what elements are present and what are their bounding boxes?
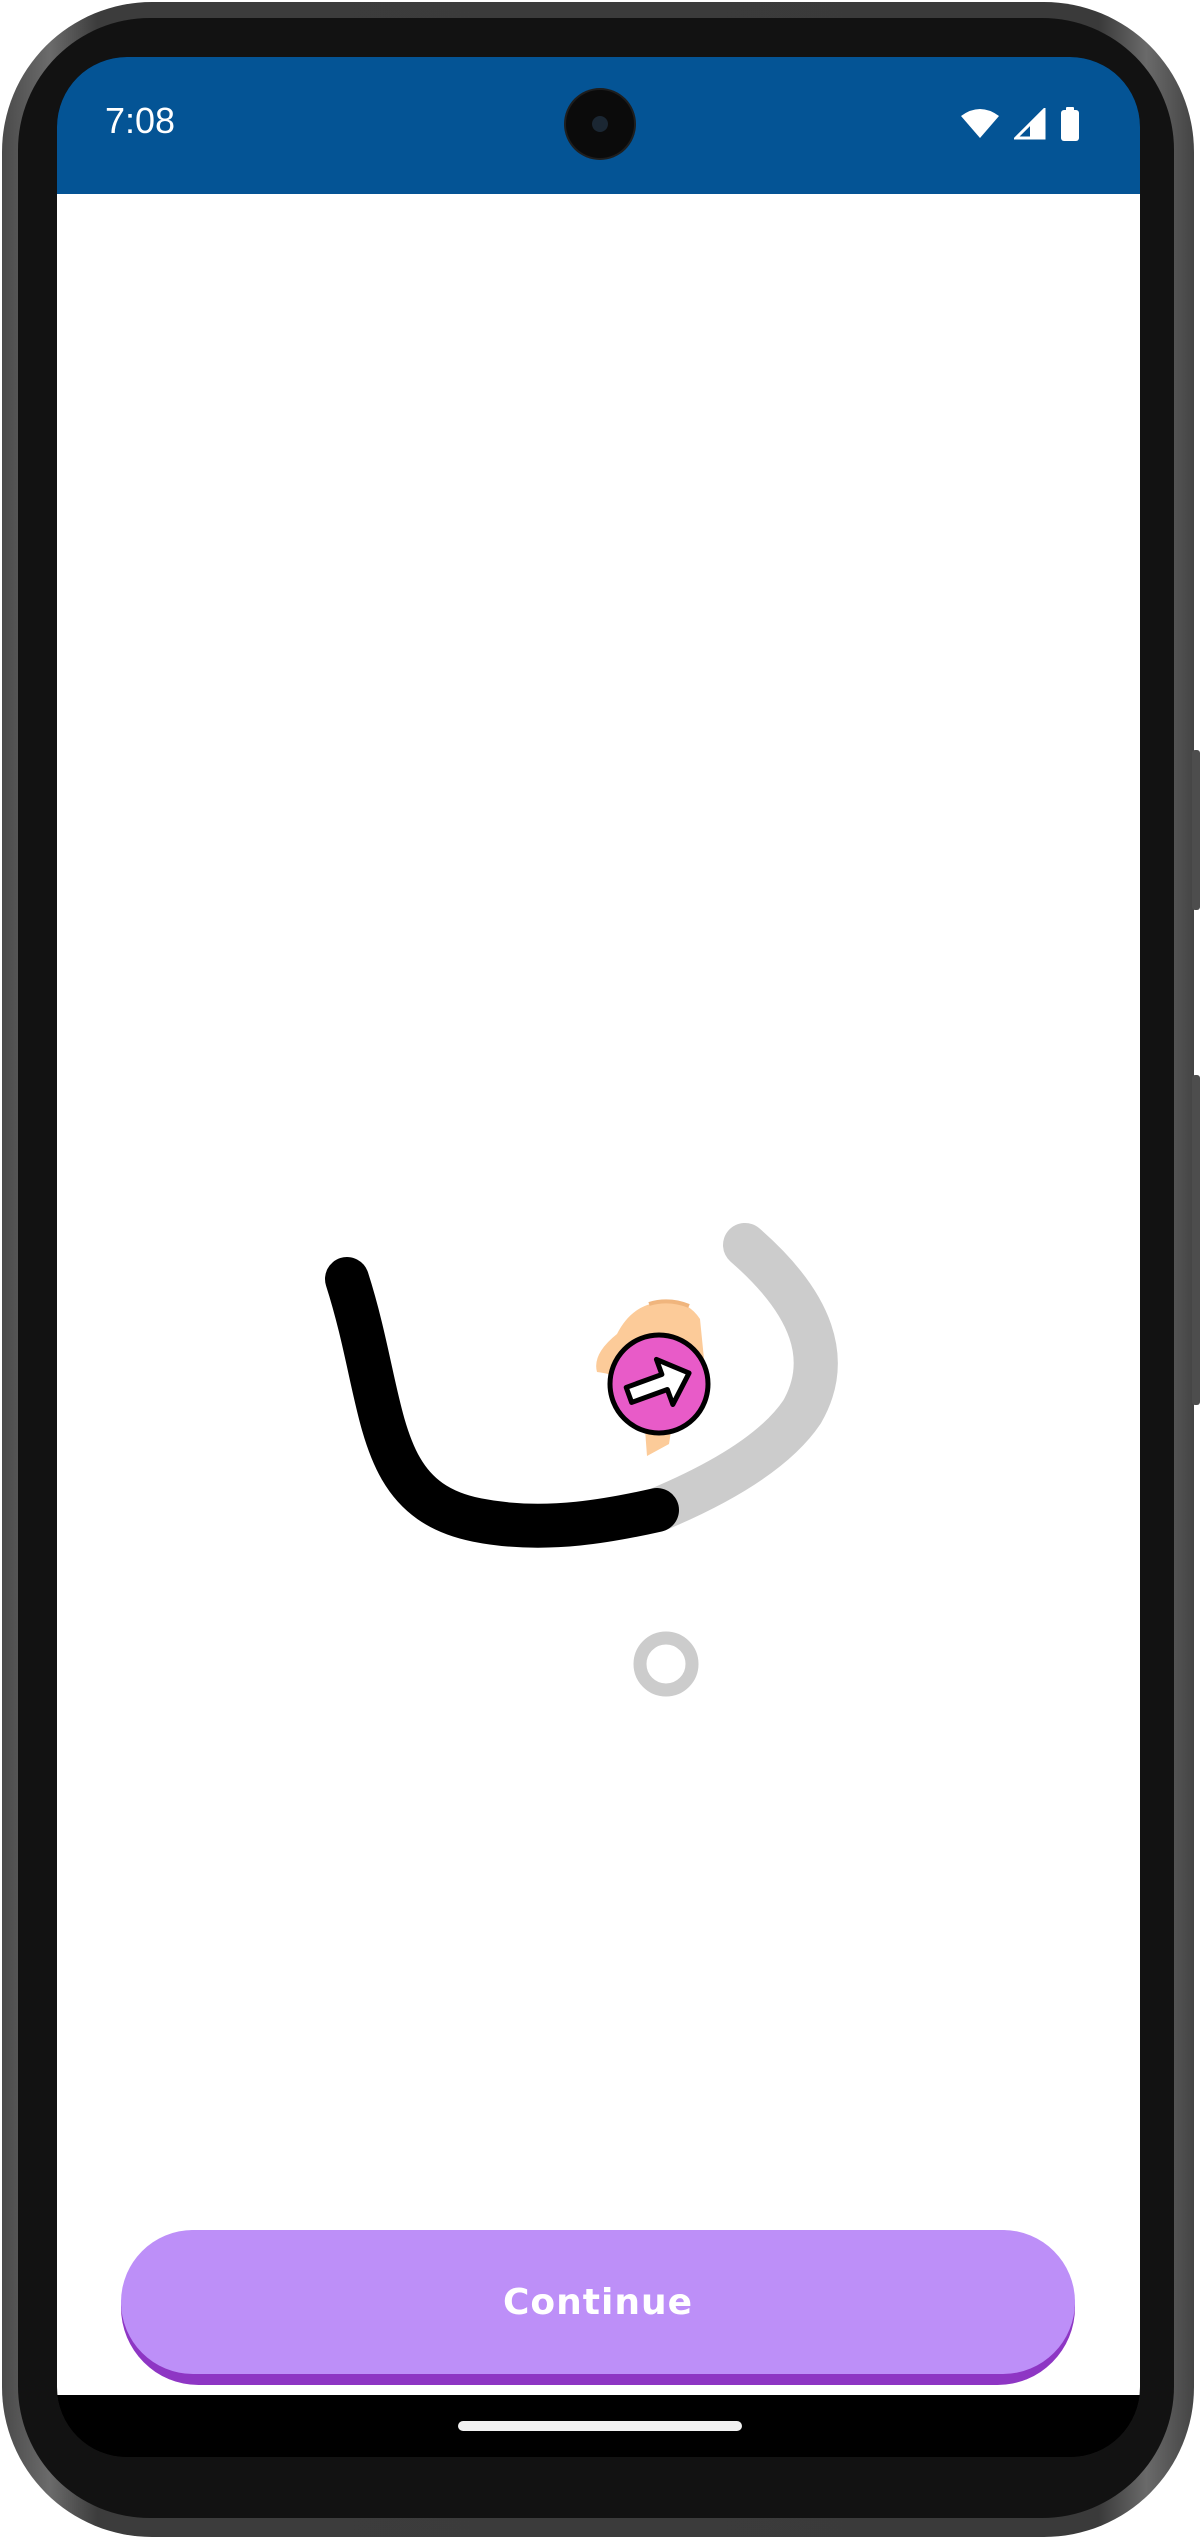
status-bar: 7:08 bbox=[57, 57, 1140, 194]
dot-marker bbox=[633, 1631, 699, 1697]
phone-device: 7:08 Continue bbox=[0, 0, 1200, 2541]
tracing-svg bbox=[325, 1223, 838, 1697]
wifi-icon bbox=[961, 109, 999, 138]
status-time: 7:08 bbox=[105, 100, 176, 141]
tracing-canvas[interactable]: Continue bbox=[57, 194, 1140, 2395]
continue-label: Continue bbox=[502, 2281, 693, 2323]
continue-button[interactable]: Continue bbox=[121, 2230, 1075, 2385]
trace-cursor[interactable] bbox=[607, 1332, 711, 1436]
battery-icon bbox=[1061, 107, 1079, 141]
volume-button bbox=[1192, 1075, 1200, 1405]
screen: 7:08 Continue bbox=[57, 57, 1140, 2457]
power-button bbox=[1192, 750, 1200, 910]
front-camera bbox=[566, 90, 634, 158]
home-indicator[interactable] bbox=[458, 2421, 742, 2431]
continue-button-face[interactable]: Continue bbox=[121, 2230, 1075, 2374]
completed-stroke-path bbox=[325, 1257, 679, 1548]
status-icons bbox=[960, 107, 1080, 141]
cellular-signal-icon bbox=[1014, 108, 1046, 140]
